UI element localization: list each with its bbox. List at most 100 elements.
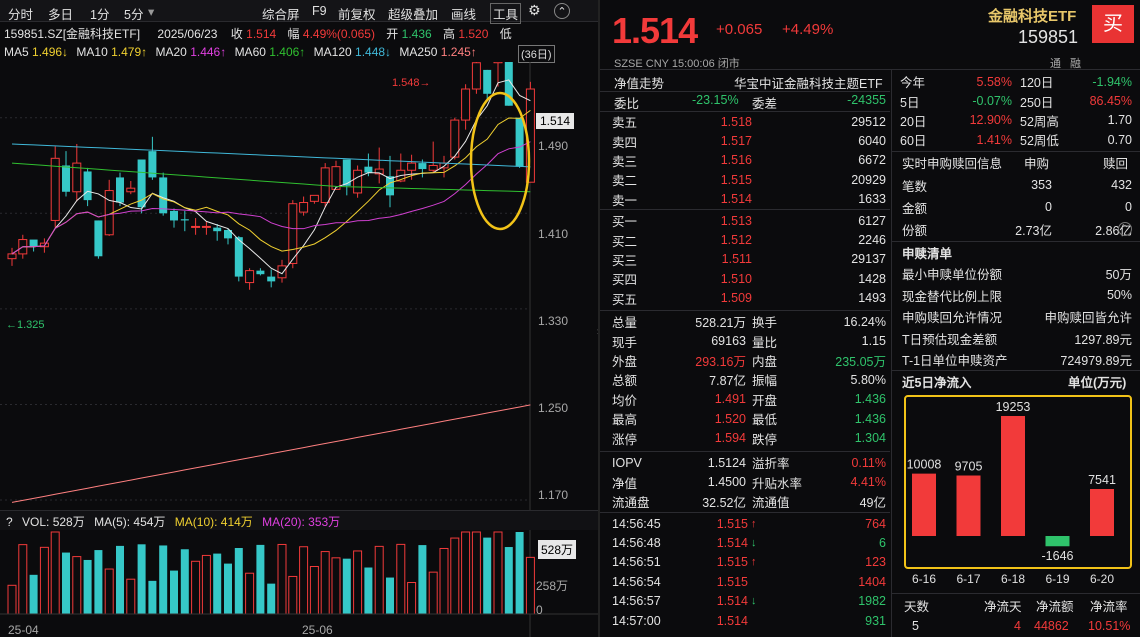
ask-price[interactable]: 1.515 [692,173,752,187]
creation-value: 0 [1045,200,1052,214]
collapse-small-icon[interactable]: ⌃ [1118,222,1132,236]
redemption-value: 0 [1125,200,1132,214]
tick-list: 14:56:45 1.515 ↑ 764 14:56:48 1.514 ↓ 6 14:56:51… [612,514,888,630]
close-label: 收 [230,27,243,41]
tick-time: 14:56:51 [612,555,661,570]
stat-value: 49亿 [859,495,886,510]
stat-label: 流通值 [752,495,790,510]
candle-body [213,227,222,232]
candle-body [418,163,427,170]
bid-price[interactable]: 1.510 [692,272,752,286]
ask-volume: 6040 [858,134,886,149]
flow-title: 近5日净流入 [902,376,972,390]
ask-label: 卖一 [612,193,638,208]
candle-body [50,157,60,221]
bid-price[interactable]: 1.511 [692,252,752,266]
tab-5min[interactable]: 5分 [124,4,143,23]
high-annotation: 1.548→ [392,77,431,89]
bid-volume: 1428 [858,271,886,286]
volume-bar [94,550,103,614]
ask-price[interactable]: 1.518 [692,115,752,129]
volume-bar [483,537,492,614]
f9-button[interactable]: F9 [312,4,327,18]
price-tick-5: 1.170 [538,488,569,502]
period-label: 60日 [900,134,927,149]
period-label: 5日 [900,95,920,110]
flow-footer-h3: 净流额 [1036,600,1074,614]
stat-value: 5.80% [850,372,886,387]
period-label: 52周低 [1020,134,1059,149]
ma250-value: 1.245↑ [440,45,477,59]
period-label: 250日 [1020,95,1054,110]
nav-trend-label[interactable]: 净值走势 [614,73,664,92]
ma60-label: MA60 [234,45,266,59]
flow-date-label: 6-17 [956,572,980,586]
flow-bar [1001,416,1025,536]
flow-date-label: 6-18 [1001,572,1025,586]
tick-volume: 1404 [858,574,886,589]
adjust-button[interactable]: 前复权 [338,4,376,23]
volume-bar [180,549,189,614]
stat-value: 69163 [711,334,746,349]
open-label: 开 [386,27,399,41]
volume-bar [418,545,427,614]
creation-row-label: 笔数 [902,179,928,194]
volume-bar [126,578,136,615]
ask-price[interactable]: 1.516 [692,153,752,167]
tab-fenshi[interactable]: 分时 [8,4,33,23]
candle-body [191,225,201,228]
period-dropdown-icon[interactable]: ▾ [148,4,154,19]
period-count[interactable]: (36日) [518,45,555,63]
candle-body [407,162,417,171]
tab-1min[interactable]: 1分 [90,4,109,23]
ma5-value: 1.496↓ [32,45,69,59]
bid-price[interactable]: 1.513 [692,214,752,228]
draw-line-button[interactable]: 画线 [451,4,476,23]
flow-footer-v2: 4 [1014,619,1021,633]
stat-label: 均价 [612,393,638,408]
buy-button[interactable]: 买 [1092,5,1134,43]
volume-bar [116,545,124,614]
ask-price[interactable]: 1.517 [692,134,752,148]
volume-bar [18,544,28,615]
tools-button[interactable]: 工具 [490,3,522,24]
gear-icon[interactable]: ⚙ [528,2,541,19]
bid-price[interactable]: 1.509 [692,291,752,305]
flow-bar [912,473,936,536]
price-tick-3: 1.330 [538,314,569,328]
stat-label: 升贴水率 [752,476,803,491]
creation-value: 2.73亿 [1015,223,1052,238]
overlay-button[interactable]: 超级叠加 [388,4,438,23]
candle-body [245,270,255,284]
candle-body [428,164,438,171]
volume-bar [148,580,157,614]
period-label: 今年 [900,76,926,91]
flow-footer-v1: 5 [912,619,919,633]
volume-bar [170,570,178,614]
tick-price: 1.515 [716,574,748,589]
tab-multiday[interactable]: 多日 [48,4,73,23]
tick-direction-icon: ↓ [751,595,757,608]
ma250-line [11,404,531,503]
help-icon[interactable]: ? [6,515,13,529]
quote-info-line: 159851.SZ[金融科技ETF] 2025/06/23 收 1.514 幅 … [4,25,512,44]
chart-toolbar: 分时 多日 1分 5分 ▾ 综合屏 F9 前复权 超级叠加 画线 工具 ⚙ ⌃ [0,0,598,24]
stat-value: 32.52亿 [702,495,746,510]
volume-bar [245,572,255,615]
flow-footer-h4: 净流率 [1090,600,1128,614]
ask-price[interactable]: 1.514 [692,192,752,206]
volume-bar [461,531,471,615]
date-label: 2025/06/23 [157,27,218,41]
high-label: 高 [443,27,456,41]
stat-label: 净值 [612,476,638,491]
collapse-icon[interactable]: ⌃ [554,3,570,19]
stat-value: 528.21万 [695,316,746,331]
bid-label: 买二 [612,234,638,249]
stat-label: 最高 [612,413,638,428]
stat-label: 振幅 [752,374,778,389]
stat-value: 4.41% [850,475,886,490]
composite-screen-button[interactable]: 综合屏 [262,4,300,23]
creation-sub-header: 申购 [1024,157,1050,171]
tick-time: 14:56:54 [612,574,661,589]
bid-price[interactable]: 1.512 [692,233,752,247]
